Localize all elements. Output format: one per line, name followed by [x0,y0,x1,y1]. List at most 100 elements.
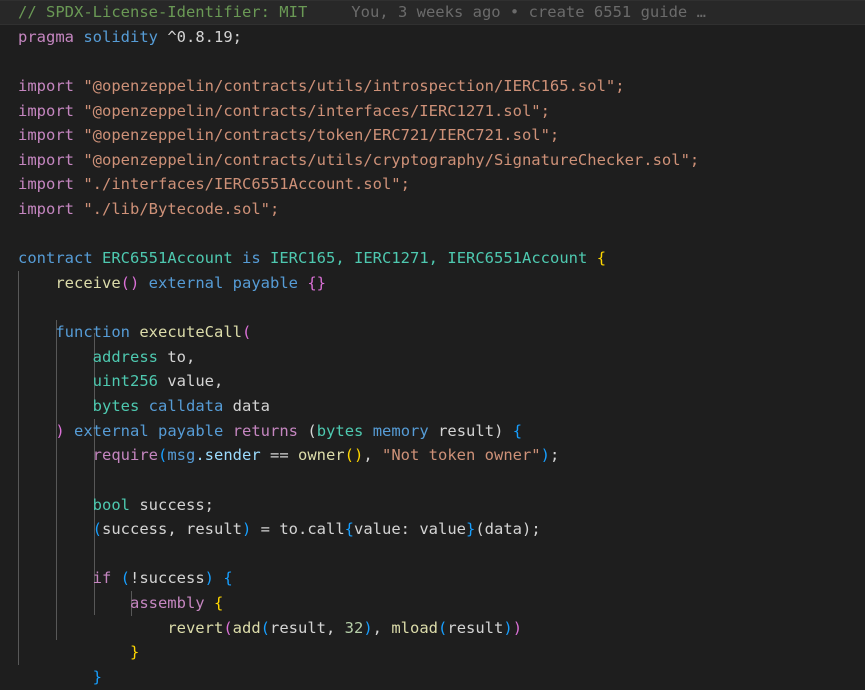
code-line-11[interactable]: contract ERC6551Account is IERC165, IERC… [0,246,865,271]
import-keyword: import [18,150,74,169]
import-path: "./lib/Bytecode.sol"; [83,200,280,218]
returns-keyword: returns [232,421,299,440]
add-arg-number: 32 [344,618,364,637]
code-line-2[interactable]: pragma solidity ^0.8.19; [0,25,865,50]
code-line-23[interactable] [0,542,865,567]
msg-object: msg [167,446,196,465]
code-editor[interactable]: // SPDX-License-Identifier: MIT You, 3 we… [0,0,865,690]
revert-open-paren: ( [223,618,233,637]
git-blame-annotation[interactable]: You, 3 weeks ago • create 6551 guide … [307,3,706,21]
code-line-7[interactable]: import "@openzeppelin/contracts/utils/cr… [0,148,865,173]
if-open-paren: ( [120,569,131,588]
call-options-open-brace: { [344,520,354,539]
returns-open-paren: ( [307,421,317,440]
code-line-1[interactable]: // SPDX-License-Identifier: MIT You, 3 we… [0,0,865,25]
code-line-20[interactable] [0,468,865,493]
mload-function: mload [391,618,439,637]
returns-close-paren: ) [494,421,504,440]
code-line-13[interactable] [0,296,865,321]
code-line-16[interactable]: uint256 value, [0,369,865,394]
require-keyword: require [92,446,158,465]
code-line-21[interactable]: bool success; [0,493,865,518]
calldata-keyword: calldata [148,397,224,415]
import-keyword: import [18,101,74,120]
return-type-bytes: bytes [316,421,364,440]
import-path: "@openzeppelin/contracts/utils/cryptogra… [83,150,700,169]
function-name: executeCall [139,323,242,342]
contract-keyword: contract [18,249,93,268]
import-path: "@openzeppelin/contracts/utils/introspec… [83,76,625,95]
require-open-paren: ( [157,446,168,465]
add-close-paren: ) [363,618,373,637]
code-line-5[interactable]: import "@openzeppelin/contracts/interfac… [0,99,865,124]
add-arg-result: result, [270,618,345,637]
code-line-9[interactable]: import "./lib/Bytecode.sol"; [0,197,865,222]
code-line-26[interactable]: revert(add(result, 32), mload(result)) [0,616,865,641]
msg-sender-property: .sender [195,446,261,465]
code-line-19[interactable]: require(msg.sender == owner(), "Not toke… [0,443,865,468]
mload-close-paren: ) [503,618,513,637]
to-call-expression: to.call [279,520,345,539]
license-comment: // SPDX-License-Identifier: MIT [18,3,308,21]
success-variable: success; [139,495,214,514]
code-line-24[interactable]: if (!success) { [0,566,865,591]
params-close-paren: ) [55,421,65,440]
code-line-25[interactable]: assembly { [0,591,865,616]
solidity-version: ^0.8.19; [167,27,242,46]
code-line-4[interactable]: import "@openzeppelin/contracts/utils/in… [0,74,865,99]
return-name-result: result [438,421,495,440]
import-keyword: import [18,200,74,218]
code-line-6[interactable]: import "@openzeppelin/contracts/token/ER… [0,123,865,148]
owner-parens: () [344,446,364,465]
code-line-22[interactable]: (success, result) = to.call{value: value… [0,517,865,542]
base-contract-3: IERC6551Account [447,249,588,268]
code-line-28[interactable]: } [0,665,865,690]
code-line-3[interactable] [0,49,865,74]
import-keyword: import [18,76,74,95]
assignment-operator: = [251,520,280,539]
call-options-close-brace: } [465,520,476,539]
code-line-15[interactable]: address to, [0,345,865,370]
code-line-10[interactable] [0,222,865,247]
code-line-27[interactable]: } [0,640,865,665]
param-name-to: to, [167,347,196,366]
code-line-12[interactable]: receive() external payable {} [0,271,865,296]
tuple-close-paren: ) [241,520,252,539]
function-keyword: function [55,323,130,342]
import-path: "./interfaces/IERC6551Account.sol"; [83,175,410,194]
assembly-keyword: assembly [129,594,205,612]
code-content[interactable]: // SPDX-License-Identifier: MIT You, 3 we… [0,0,865,690]
tuple-open-paren: ( [92,520,102,539]
code-line-14[interactable]: function executeCall( [0,320,865,345]
import-keyword: import [18,126,74,145]
comma: , [363,446,382,465]
params-open-paren: ( [241,323,252,342]
memory-keyword: memory [372,421,429,440]
solidity-keyword: solidity [83,27,158,46]
if-condition: !success [130,569,205,588]
if-keyword: if [92,569,112,588]
code-line-8[interactable]: import "./interfaces/IERC6551Account.sol… [0,172,865,197]
external-keyword: external [148,273,224,292]
code-line-17[interactable]: bytes calldata data [0,394,865,419]
if-close-paren: ) [204,569,215,588]
param-type-bytes: bytes [92,397,140,415]
code-line-18[interactable]: ) external payable returns (bytes memory… [0,419,865,444]
